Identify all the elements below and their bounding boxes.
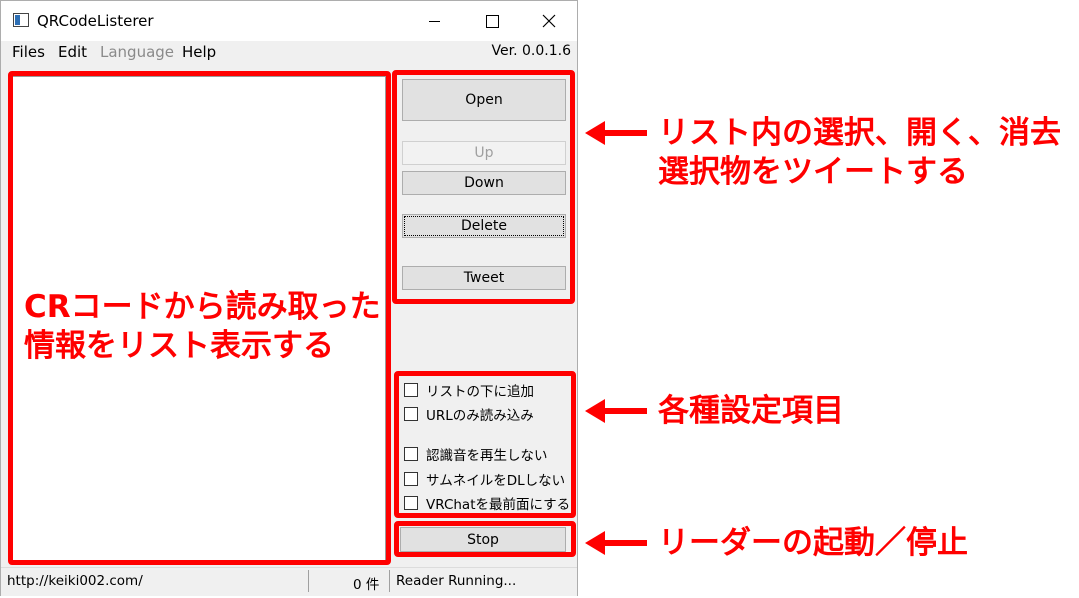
menu-edit[interactable]: Edit <box>58 43 87 61</box>
app-icon <box>13 13 29 27</box>
annotation-line: 選択物をツイートする <box>658 153 968 190</box>
status-separator <box>308 570 309 592</box>
annotation-reader: リーダーの起動／停止 <box>658 525 968 561</box>
arrow-left-icon <box>585 531 647 555</box>
close-button[interactable] <box>520 1 578 41</box>
version-label: Ver. 0.0.1.6 <box>491 43 571 59</box>
buttons-highlight-box <box>392 70 575 304</box>
menu-help[interactable]: Help <box>182 43 216 61</box>
annotation-line: CRコードから読み取った <box>24 289 381 325</box>
window-title: QRCodeListerer <box>37 12 154 30</box>
annotation-settings: 各種設定項目 <box>658 393 844 429</box>
arrow-left-icon <box>585 399 647 423</box>
status-state: Reader Running... <box>396 573 517 589</box>
minimize-button[interactable] <box>405 1 463 41</box>
menu-files[interactable]: Files <box>12 43 45 61</box>
status-separator <box>389 570 390 592</box>
maximize-icon <box>485 14 499 28</box>
close-icon <box>542 14 556 28</box>
annotation-line: リスト内の選択、開く、消去 <box>658 115 1061 151</box>
annotation-list: CRコードから読み取った 情報をリスト表示する <box>24 288 381 366</box>
menu-language[interactable]: Language <box>100 43 174 61</box>
reader-highlight-box <box>394 521 576 557</box>
annotation-line: 情報をリスト表示する <box>24 327 334 364</box>
title-bar[interactable]: QRCodeListerer <box>1 1 577 41</box>
status-url[interactable]: http://keiki002.com/ <box>7 573 143 589</box>
arrow-left-icon <box>585 121 647 145</box>
status-bar: http://keiki002.com/ 0 件 Reader Running.… <box>1 567 577 596</box>
minimize-icon <box>428 20 440 22</box>
maximize-button[interactable] <box>463 1 521 41</box>
menu-bar: Files Edit Language Help Ver. 0.0.1.6 <box>1 41 577 63</box>
settings-highlight-box <box>394 371 576 518</box>
annotation-buttons: リスト内の選択、開く、消去 選択物をツイートする <box>658 114 1061 192</box>
status-count: 0 件 <box>353 577 380 593</box>
